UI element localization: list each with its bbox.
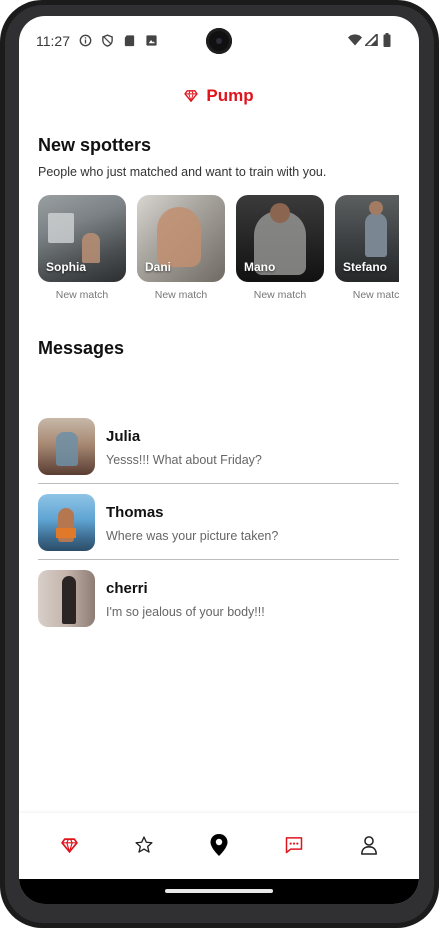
app-title: Pump [206,86,254,105]
spotter-name: Mano [244,260,276,274]
spotters-subtitle: People who just matched and want to trai… [38,165,327,179]
front-camera [206,28,232,54]
messages-heading: Messages [38,338,125,358]
spotter-photo: Dani [137,195,225,282]
spotter-photo: Sophia [38,195,126,282]
info-icon [79,34,92,47]
spotter-name: Stefano [343,260,388,274]
message-sender: cherri [106,580,148,597]
spotter-photo: Stefano [335,195,399,282]
spotter-caption: New match [55,289,109,301]
spotters-heading: New spotters [38,135,152,155]
nav-map-button[interactable] [207,833,231,857]
phone-frame: 11:27 Pump New spotters People who just … [0,0,439,928]
spotter-caption: New match [253,289,307,301]
profile-icon [361,836,377,855]
home-indicator[interactable] [165,889,273,893]
spotter-caption: New match [154,289,208,301]
avatar [38,494,95,551]
battery-icon [383,33,391,47]
shield-icon [102,34,113,47]
message-preview: Where was your picture taken? [106,529,279,543]
spotter-card-dani[interactable]: Dani New match [137,195,225,301]
spotter-photo: Mano [236,195,324,282]
map-pin-icon [210,834,228,856]
message-sender: Thomas [106,504,164,521]
message-preview: I'm so jealous of your body!!! [106,605,265,619]
divider [38,559,399,560]
message-row-cherri[interactable]: cherri I'm so jealous of your body!!! [38,570,399,646]
spotter-card-mano[interactable]: Mano New match [236,195,324,301]
status-bar: 11:27 [19,16,419,66]
gem-icon [184,90,199,102]
spotter-caption: New match [352,289,399,301]
app-screen: 11:27 Pump New spotters People who just … [19,16,419,904]
message-preview: Yesss!!! What about Friday? [106,453,262,467]
divider [38,483,399,484]
sd-card-icon [124,35,135,47]
app-header: Pump [19,84,419,108]
nav-profile-button[interactable] [357,833,381,857]
message-sender: Julia [106,428,141,445]
chat-icon [285,837,303,854]
nav-gem-button[interactable] [57,833,81,857]
spotters-carousel[interactable]: Sophia New match Dani New match Mano New… [38,195,399,305]
spotter-name: Dani [145,260,172,274]
spotter-card-stefano[interactable]: Stefano New match [335,195,399,301]
star-icon [135,836,153,853]
bottom-navigation [19,813,419,879]
nav-star-button[interactable] [132,833,156,857]
image-icon [146,35,157,46]
gem-icon [60,837,78,853]
spotter-card-sophia[interactable]: Sophia New match [38,195,126,301]
avatar [38,418,95,475]
avatar [38,570,95,627]
signal-icon [365,34,378,46]
gesture-bar [19,879,419,904]
spotter-name: Sophia [46,260,87,274]
status-time: 11:27 [36,33,70,49]
wifi-icon [348,34,362,46]
nav-messages-button[interactable] [282,833,306,857]
